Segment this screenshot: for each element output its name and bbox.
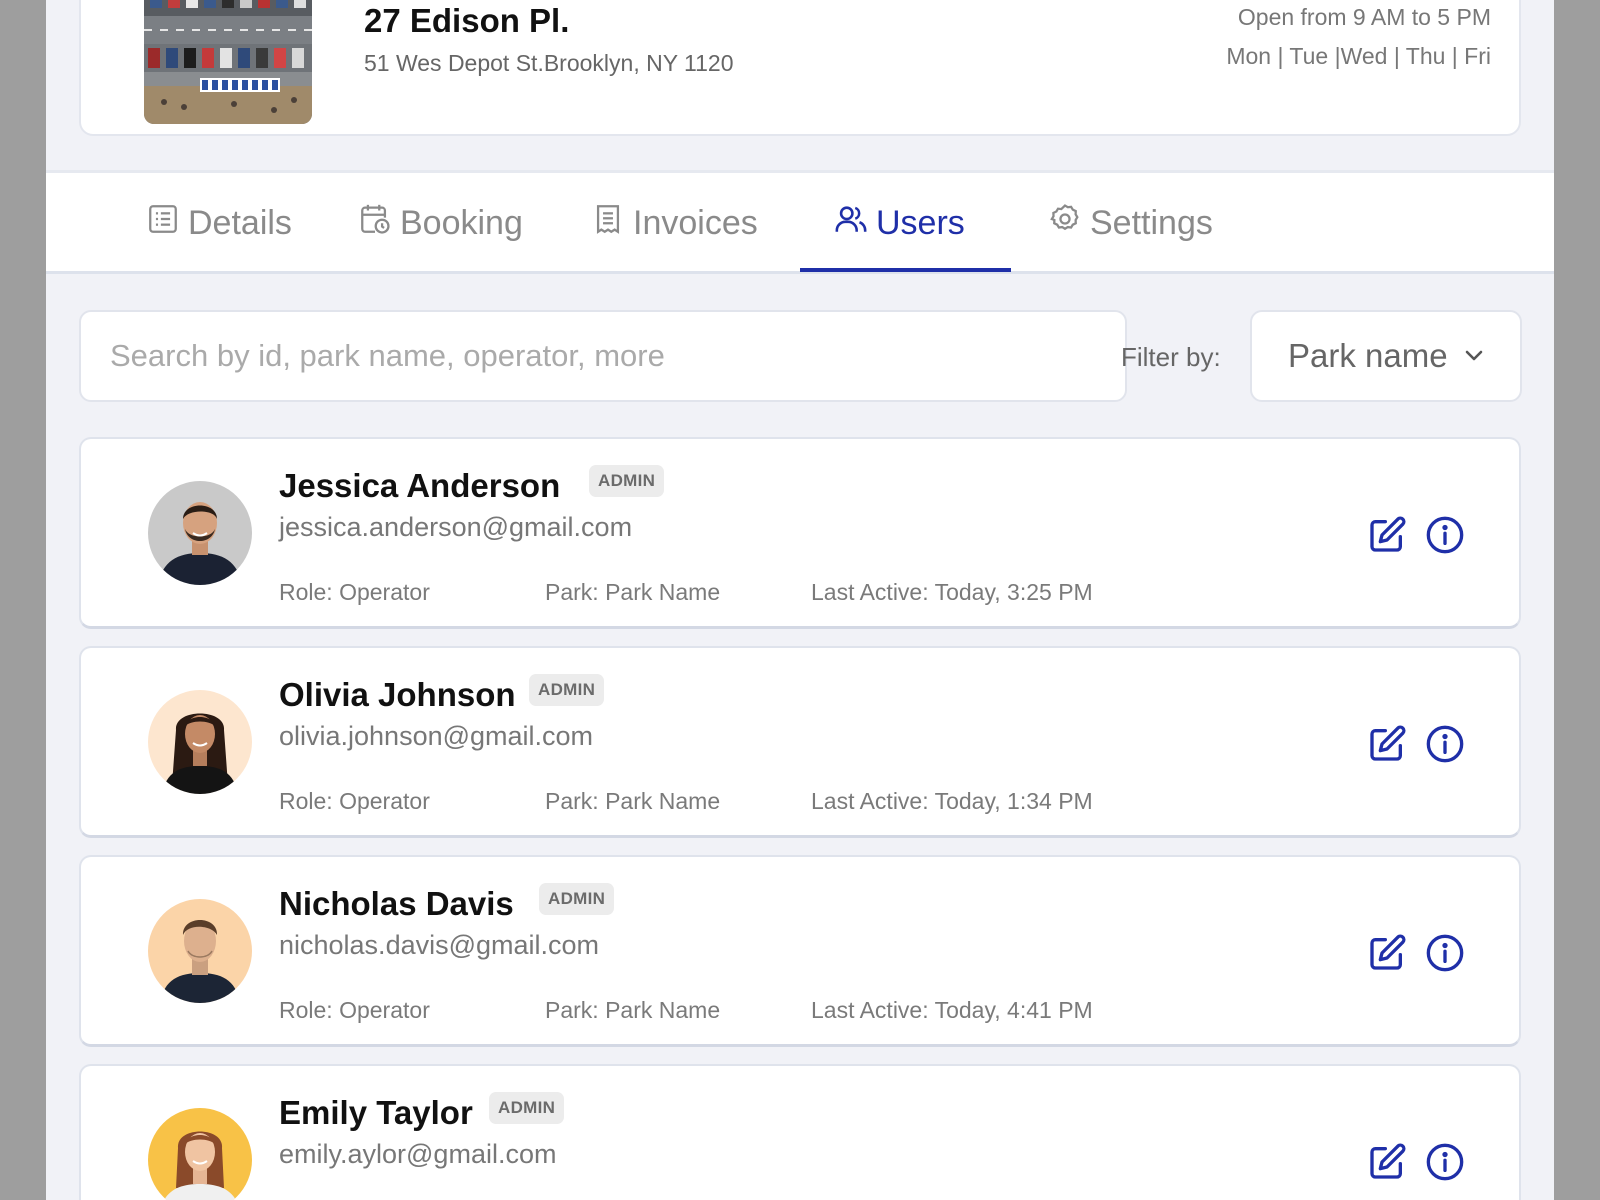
- filter-label: Filter by:: [1121, 342, 1221, 372]
- chevron-down-icon: [1462, 337, 1486, 375]
- user-park: Park: Park Name: [545, 997, 721, 1023]
- park-header-card: 27 Edison Pl. 51 Wes Depot St.Brooklyn, …: [79, 0, 1521, 136]
- park-hours: Open from 9 AM to 5 PM: [1237, 4, 1491, 30]
- edit-icon[interactable]: [1367, 933, 1407, 973]
- tab-label: Invoices: [633, 204, 758, 242]
- receipt-icon: [591, 202, 625, 245]
- search-input[interactable]: [79, 310, 1127, 402]
- park-title: 27 Edison Pl.: [364, 2, 570, 39]
- user-card[interactable]: Emily Taylor ADMIN emily.aylor@gmail.com: [79, 1064, 1521, 1200]
- app-window: 27 Edison Pl. 51 Wes Depot St.Brooklyn, …: [46, 0, 1554, 1200]
- tab-booking[interactable]: Booking: [358, 173, 523, 274]
- active-tab-indicator: [800, 268, 1011, 272]
- admin-badge: ADMIN: [529, 674, 605, 706]
- park-aerial-photo: [144, 0, 312, 124]
- user-last-active: Last Active: Today, 3:25 PM: [811, 579, 1093, 605]
- user-park: Park: Park Name: [545, 788, 721, 814]
- info-icon[interactable]: [1425, 1142, 1465, 1182]
- info-icon[interactable]: [1425, 933, 1465, 973]
- user-last-active: Last Active: Today, 4:41 PM: [811, 997, 1093, 1023]
- admin-badge: ADMIN: [589, 465, 665, 497]
- admin-badge: ADMIN: [489, 1092, 565, 1124]
- user-role: Role: Operator: [279, 997, 430, 1023]
- edit-icon[interactable]: [1367, 724, 1407, 764]
- user-name: Emily Taylor: [279, 1094, 473, 1131]
- user-name: Olivia Johnson: [279, 676, 516, 713]
- users-icon: [834, 202, 868, 245]
- filter-selected-value: Park name: [1288, 337, 1448, 374]
- user-card[interactable]: Jessica Anderson ADMIN jessica.anderson@…: [79, 437, 1521, 629]
- calendar-clock-icon: [358, 202, 392, 245]
- tab-label: Settings: [1090, 204, 1213, 242]
- tab-label: Booking: [400, 204, 523, 242]
- park-filter-dropdown[interactable]: Park name: [1250, 310, 1522, 402]
- list-icon: [146, 202, 180, 245]
- park-address: 51 Wes Depot St.Brooklyn, NY 1120: [364, 50, 734, 76]
- avatar: [148, 899, 252, 1003]
- info-icon[interactable]: [1425, 724, 1465, 764]
- user-last-active: Last Active: Today, 1:34 PM: [811, 788, 1093, 814]
- user-email: olivia.johnson@gmail.com: [279, 721, 594, 751]
- tab-bar: Details Booking Invoices Users Settings: [46, 170, 1554, 274]
- tab-details[interactable]: Details: [146, 173, 292, 274]
- user-park: Park: Park Name: [545, 579, 721, 605]
- edit-icon[interactable]: [1367, 1142, 1407, 1182]
- tab-label: Users: [876, 204, 965, 242]
- avatar: [148, 481, 252, 585]
- admin-badge: ADMIN: [539, 883, 615, 915]
- park-days: Mon | Tue |Wed | Thu | Fri: [1226, 43, 1491, 69]
- tab-invoices[interactable]: Invoices: [591, 173, 758, 274]
- user-name: Jessica Anderson: [279, 467, 561, 504]
- user-card[interactable]: Nicholas Davis ADMIN nicholas.davis@gmai…: [79, 855, 1521, 1047]
- gear-icon: [1048, 202, 1082, 245]
- tab-users[interactable]: Users: [834, 173, 965, 274]
- avatar: [148, 690, 252, 794]
- user-role: Role: Operator: [279, 579, 430, 605]
- user-name: Nicholas Davis: [279, 885, 514, 922]
- avatar: [148, 1108, 252, 1200]
- info-icon[interactable]: [1425, 515, 1465, 555]
- user-email: emily.aylor@gmail.com: [279, 1139, 557, 1169]
- user-email: jessica.anderson@gmail.com: [279, 512, 633, 542]
- user-card[interactable]: Olivia Johnson ADMIN olivia.johnson@gmai…: [79, 646, 1521, 838]
- user-email: nicholas.davis@gmail.com: [279, 930, 600, 960]
- edit-icon[interactable]: [1367, 515, 1407, 555]
- tab-settings[interactable]: Settings: [1048, 173, 1213, 274]
- user-role: Role: Operator: [279, 788, 430, 814]
- tab-label: Details: [188, 204, 292, 242]
